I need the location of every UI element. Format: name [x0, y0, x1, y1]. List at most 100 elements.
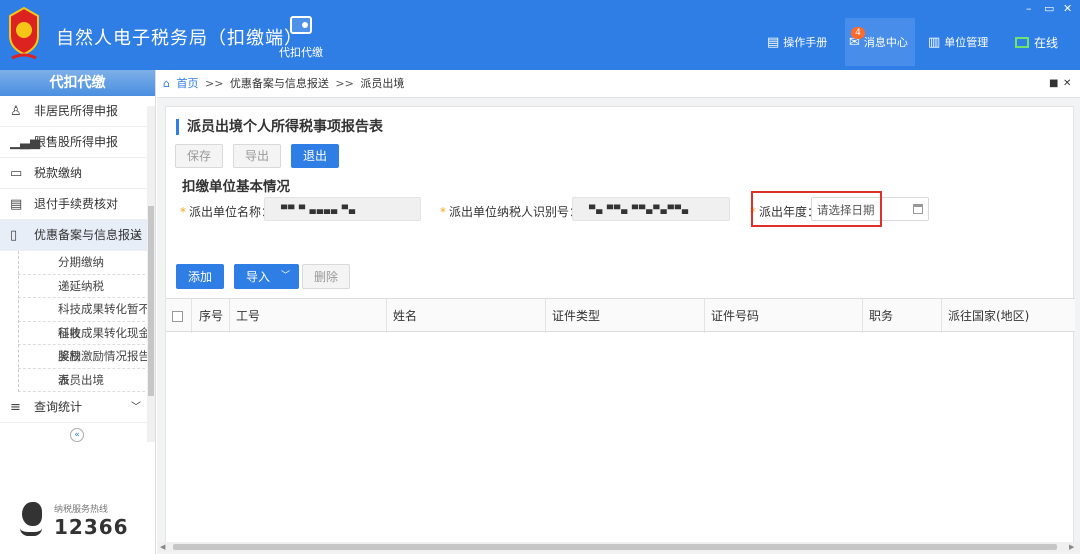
scroll-right-icon[interactable]: ▶ [1069, 542, 1074, 552]
col-id-type[interactable]: 证件类型 [546, 299, 705, 333]
table-header: 序号 工号 姓名 证件类型 证件号码 职务 派往国家(地区) [166, 298, 1075, 333]
person-icon: ♙ [10, 104, 22, 119]
doc-icon: ▯ [10, 228, 18, 243]
restore-icon[interactable]: ▭ [1044, 2, 1054, 15]
col-destination[interactable]: 派往国家(地区) [942, 299, 1075, 333]
unit-name-label: * 派出单位名称： [180, 205, 274, 219]
chevron-up-icon: ︿ [131, 230, 141, 241]
add-button[interactable]: 添加 [176, 264, 225, 289]
folder-icon: ▭ [10, 166, 23, 181]
export-button[interactable]: 导出 [233, 144, 282, 168]
chevron-down-icon: ﹀ [131, 402, 141, 413]
taxpayer-id-label: * 派出单位纳税人识别号： [440, 205, 582, 219]
import-button[interactable]: 导入 ﹀ [234, 264, 300, 289]
required-mark: * [440, 205, 446, 219]
exit-button[interactable]: 退出 [291, 144, 340, 168]
col-employee-no[interactable]: 工号 [230, 299, 387, 333]
app-title: 自然人电子税务局（扣缴端） [56, 28, 303, 49]
message-center-label: 消息中心 [863, 36, 908, 49]
sidebar-item-label: 限售股所得申报 [34, 135, 119, 149]
calendar-icon[interactable] [913, 204, 923, 214]
col-index[interactable]: 序号 [192, 299, 230, 333]
breadcrumb-separator: >> [204, 77, 224, 90]
search-list-icon: ≡ [10, 400, 21, 415]
sidebar-item-query-stats[interactable]: ≡ 查询统计 ﹀ [0, 392, 155, 423]
sidebar-subitem-tech-cash[interactable]: 科技成果转化现金奖励 [18, 322, 155, 363]
headset-icon [18, 498, 48, 542]
sidebar-subitem-dispatch-abroad[interactable]: 派员出境 [18, 369, 155, 392]
taxpayer-id-value: ▀▄ ▀▀▄ ▀▀▄▀▄▀▀▄ [589, 205, 690, 214]
sidebar-item-label: 优惠备案与信息报送 [34, 228, 143, 242]
manual-button[interactable]: ▤ 操作手册 [767, 34, 827, 50]
home-icon[interactable]: ⌂ [163, 77, 170, 90]
import-label: 导入 [246, 269, 271, 284]
sidebar-subitem-deferred[interactable]: 递延纳税 [18, 275, 155, 298]
minimize-icon[interactable]: – [1026, 2, 1032, 15]
page-title: 派员出境个人所得税事项报告表 [176, 119, 383, 135]
sidebar-item-nonresident[interactable]: ♙ 非居民所得申报 [0, 96, 155, 127]
sidebar-item-restricted-stock[interactable]: ▁▃▅ 限售股所得申报 [0, 127, 155, 158]
app-header: 自然人电子税务局（扣缴端） 代扣代缴 ▤ 操作手册 ✉ 消息中心 4 ▥ 单位管… [0, 0, 1080, 70]
sidebar-item-label: 税款缴纳 [34, 166, 83, 180]
chart-icon: ▁▃▅ [10, 135, 40, 150]
select-all-checkbox[interactable] [166, 299, 192, 333]
tab-close-icon[interactable]: ✕ [1063, 70, 1071, 98]
book-icon: ▤ [767, 34, 780, 50]
tax-emblem-icon [9, 6, 39, 60]
sidebar-submenu: 分期缴纳 递延纳税 科技成果转化暂不征收 科技成果转化现金奖励 股权激励情况报告… [0, 251, 155, 392]
sidebar-title: 代扣代缴 [0, 70, 155, 96]
report-form-card: 派员出境个人所得税事项报告表 保存 导出 退出 扣缴单位基本情况 * 派出单位名称… [165, 106, 1075, 552]
data-table: 序号 工号 姓名 证件类型 证件号码 职务 派往国家(地区) [166, 298, 1075, 333]
close-icon[interactable]: ✕ [1063, 2, 1072, 15]
section-title: 扣缴单位基本情况 [182, 179, 290, 195]
main-content: ⌂ 首页 >> 优惠备案与信息报送 >> 派员出境 ■ ✕ 派员出境个人所得税事… [157, 70, 1080, 554]
breadcrumb: ⌂ 首页 >> 优惠备案与信息报送 >> 派员出境 ■ ✕ [157, 70, 1080, 98]
sidebar: 代扣代缴 ♙ 非居民所得申报 ▁▃▅ 限售股所得申报 ▭ 税款缴纳 ▤ 退付手续… [0, 70, 156, 554]
sidebar-subitem-equity-incentive[interactable]: 股权激励情况报告表 [18, 345, 155, 387]
sidebar-subitem-installment[interactable]: 分期缴纳 [18, 251, 155, 275]
delete-button[interactable]: 删除 [302, 264, 351, 289]
col-id-number[interactable]: 证件号码 [705, 299, 863, 333]
sidebar-item-tax-payment[interactable]: ▭ 税款缴纳 [0, 158, 155, 189]
horizontal-scrollbar[interactable]: ◀ ▶ [157, 542, 1080, 552]
hotline-number: 12366 [54, 514, 129, 539]
online-status[interactable]: 在线 [1015, 34, 1058, 51]
tab-restore-icon[interactable]: ■ [1049, 70, 1058, 98]
nav-daikou-label: 代扣代缴 [279, 46, 323, 59]
hotline-label: 纳税服务热线 [54, 504, 109, 515]
nav-daikou[interactable]: 代扣代缴 [270, 16, 332, 60]
breadcrumb-level1[interactable]: 优惠备案与信息报送 [230, 77, 329, 90]
manual-label: 操作手册 [783, 36, 828, 49]
monitor-icon [1015, 37, 1029, 48]
sidebar-scrollbar[interactable] [147, 106, 155, 442]
scroll-thumb[interactable] [173, 544, 1057, 550]
message-badge: 4 [851, 27, 865, 39]
scroll-left-icon[interactable]: ◀ [160, 542, 165, 552]
collapse-sidebar-icon[interactable]: « [70, 428, 84, 442]
sidebar-item-refund-fee[interactable]: ▤ 退付手续费核对 [0, 189, 155, 220]
sidebar-item-label: 退付手续费核对 [34, 197, 119, 211]
wallet-icon [290, 16, 312, 34]
hotline: 纳税服务热线 12366 [18, 498, 129, 542]
highlight-box [751, 191, 882, 227]
breadcrumb-separator: >> [335, 77, 354, 90]
required-mark: * [180, 205, 186, 219]
unit-management-label: 单位管理 [944, 36, 989, 49]
taxpayer-id-field: ▀▄ ▀▀▄ ▀▀▄▀▄▀▀▄ [572, 197, 730, 221]
sidebar-item-label: 查询统计 [34, 400, 83, 414]
breadcrumb-home[interactable]: 首页 [176, 77, 198, 90]
col-name[interactable]: 姓名 [387, 299, 546, 333]
unit-name-field: ▀▀ ▀ ▄▄▄▄ ▀▄ [264, 197, 421, 221]
save-button[interactable]: 保存 [175, 144, 224, 168]
chevron-down-icon: ﹀ [281, 271, 291, 281]
list-icon: ▤ [10, 197, 23, 212]
col-position[interactable]: 职务 [863, 299, 942, 333]
building-icon: ▥ [928, 34, 941, 50]
unit-management-button[interactable]: ▥ 单位管理 [928, 34, 988, 50]
breadcrumb-level2: 派员出境 [360, 77, 405, 90]
unit-name-value: ▀▀ ▀ ▄▄▄▄ ▀▄ [281, 205, 356, 214]
sidebar-item-preferential-filing[interactable]: ▯ 优惠备案与信息报送 ︿ [0, 220, 155, 251]
sidebar-item-label: 非居民所得申报 [34, 104, 119, 118]
online-label: 在线 [1034, 36, 1059, 50]
sidebar-subitem-tech-exempt[interactable]: 科技成果转化暂不征收 [18, 298, 155, 340]
